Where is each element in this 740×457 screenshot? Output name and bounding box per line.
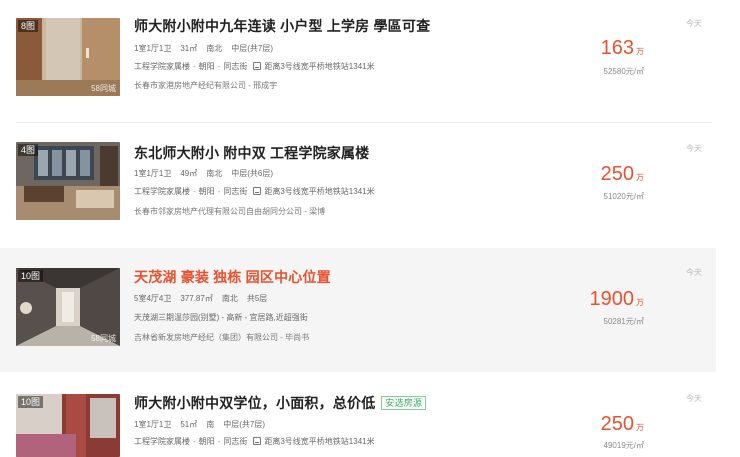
subway-icon bbox=[253, 437, 262, 445]
listing-specs: 1室1厅1卫 31㎡ 南北 中层(共7层) bbox=[134, 43, 282, 54]
listing-location: 工程学院家属楼 - 朝阳 - 同志街 距离3号线宽平桥地铁站1341米 bbox=[134, 437, 375, 446]
listing-card[interactable]: 8图 58同城 师大附小附中九年连读 小户型 上学房 學區可查 1室1厅1卫 31… bbox=[0, 0, 716, 120]
listing-card[interactable]: 10图 师大附小附中双学位，小面积，总价低 安选房源 1室1厅1卫 51㎡南中层(共… bbox=[0, 376, 716, 457]
listing-photo[interactable]: 4图 bbox=[16, 142, 120, 220]
listing-title[interactable]: 天茂湖 豪装 独栋 园区中心位置 bbox=[134, 267, 331, 287]
verified-listing-tag: 安选房源 bbox=[381, 396, 427, 410]
post-date: 今天 bbox=[686, 19, 702, 28]
price-unit: 万 bbox=[636, 173, 644, 182]
floor-area: 31㎡ bbox=[180, 44, 198, 53]
subway-distance: 距离3号线宽平桥地铁站1341米 bbox=[264, 187, 375, 196]
photo-count-badge: 10图 bbox=[18, 270, 44, 282]
unit-price: 50281元/㎡ bbox=[603, 317, 644, 326]
floor-area: 51㎡ bbox=[180, 420, 198, 429]
subway-icon bbox=[253, 187, 262, 195]
photo-count-badge: 10图 bbox=[18, 396, 44, 408]
floor-level: 共5层 bbox=[246, 294, 268, 303]
listing-specs: 1室1厅1卫 51㎡南中层(共7层) bbox=[134, 419, 274, 430]
price-unit: 万 bbox=[636, 298, 644, 307]
orientation: 南北 bbox=[221, 294, 238, 303]
room-layout: 5室4厅4卫 bbox=[134, 294, 172, 303]
orientation: 南北 bbox=[206, 44, 223, 53]
room-layout: 1室1厅1卫 bbox=[134, 169, 172, 178]
district-link[interactable]: 朝阳 bbox=[199, 62, 215, 71]
listing-card-highlighted[interactable]: 10图 58同城 天茂湖 豪装 独栋 园区中心位置 5室4厅4卫 377.87㎡南… bbox=[0, 248, 716, 372]
street-link[interactable]: 同志街 bbox=[223, 187, 247, 196]
orientation: 南 bbox=[206, 420, 215, 429]
floor-area: 377.87㎡ bbox=[180, 294, 213, 303]
total-price: 250 万 bbox=[601, 163, 644, 186]
district-link[interactable]: 朝阳 bbox=[199, 437, 215, 446]
floor-area: 49㎡ bbox=[180, 169, 198, 178]
listing-location[interactable]: 天茂湖三期温莎园(别墅) - 高新 - 宜居路,近超强街 bbox=[134, 312, 308, 323]
price-unit: 万 bbox=[636, 423, 644, 432]
divider bbox=[16, 122, 712, 123]
listing-photo[interactable]: 10图 bbox=[16, 394, 120, 457]
listing-card[interactable]: 4图 东北师大附小 附中双 工程学院家属楼 1室1厅1卫 49㎡ 南北 中层(共6层)… bbox=[0, 124, 716, 244]
community-link[interactable]: 工程学院家属楼 bbox=[134, 62, 190, 71]
street-link[interactable]: 同志街 bbox=[223, 437, 247, 446]
listing-title[interactable]: 师大附小附中九年连读 小户型 上学房 學區可查 bbox=[134, 16, 430, 36]
listing-title[interactable]: 东北师大附小 附中双 工程学院家属楼 bbox=[134, 143, 369, 163]
post-date: 今天 bbox=[686, 144, 702, 153]
post-date: 今天 bbox=[686, 394, 702, 403]
agency-name[interactable]: 长春市邻家房地产代理有限公司自由胡同分公司 - 梁博 bbox=[134, 206, 325, 217]
price-value: 250 bbox=[600, 163, 634, 185]
price-value: 163 bbox=[600, 37, 634, 59]
price-value: 1900 bbox=[589, 288, 635, 310]
photo-count-badge: 8图 bbox=[18, 20, 39, 32]
listing-photo[interactable]: 10图 58同城 bbox=[16, 268, 120, 346]
total-price: 163 万 bbox=[601, 37, 644, 60]
unit-price: 51020元/㎡ bbox=[603, 192, 644, 201]
listing-specs: 1室1厅1卫 49㎡ 南北 中层(共6层) bbox=[134, 168, 282, 179]
agency-name[interactable]: 长春市家港房地产经纪有限公司 - 邢成宇 bbox=[134, 80, 277, 91]
orientation: 南北 bbox=[206, 169, 223, 178]
price-unit: 万 bbox=[636, 47, 644, 56]
listing-location: 工程学院家属楼 - 朝阳 - 同志街 距离3号线宽平桥地铁站1341米 bbox=[134, 187, 375, 196]
room-layout: 1室1厅1卫 bbox=[134, 420, 172, 429]
total-price: 1900 万 bbox=[590, 288, 645, 311]
watermark-logo: 58同城 bbox=[91, 84, 116, 93]
photo-count-badge: 4图 bbox=[18, 144, 39, 156]
subway-distance: 距离3号线宽平桥地铁站1341米 bbox=[264, 62, 375, 71]
street-link[interactable]: 同志街 bbox=[223, 62, 247, 71]
floor-level: 中层(共6层) bbox=[231, 169, 274, 178]
unit-price: 52580元/㎡ bbox=[603, 67, 644, 76]
subway-distance: 距离3号线宽平桥地铁站1341米 bbox=[264, 437, 375, 446]
watermark-logo: 58同城 bbox=[91, 334, 116, 343]
post-date: 今天 bbox=[686, 268, 702, 277]
room-layout: 1室1厅1卫 bbox=[134, 44, 172, 53]
listing-specs: 5室4厅4卫 377.87㎡ 南北 共5层 bbox=[134, 293, 276, 304]
total-price: 250 万 bbox=[601, 413, 644, 436]
floor-level: 中层(共7层) bbox=[223, 420, 266, 429]
agency-name[interactable]: 吉林省新发房地产经纪（集团）有限公司 - 毕尚书 bbox=[134, 332, 309, 343]
community-link[interactable]: 工程学院家属楼 bbox=[134, 437, 190, 446]
floor-level: 中层(共7层) bbox=[231, 44, 274, 53]
unit-price: 49019元/㎡ bbox=[603, 441, 644, 450]
listing-title-text[interactable]: 师大附小附中双学位，小面积，总价低 bbox=[134, 395, 375, 411]
listing-location: 工程学院家属楼 - 朝阳 - 同志街 距离3号线宽平桥地铁站1341米 bbox=[134, 62, 375, 71]
subway-icon bbox=[253, 62, 262, 70]
community-link[interactable]: 工程学院家属楼 bbox=[134, 187, 190, 196]
listing-title[interactable]: 师大附小附中双学位，小面积，总价低 安选房源 bbox=[134, 393, 427, 413]
price-value: 250 bbox=[600, 413, 634, 435]
district-link[interactable]: 朝阳 bbox=[199, 187, 215, 196]
listing-photo[interactable]: 8图 58同城 bbox=[16, 18, 120, 96]
